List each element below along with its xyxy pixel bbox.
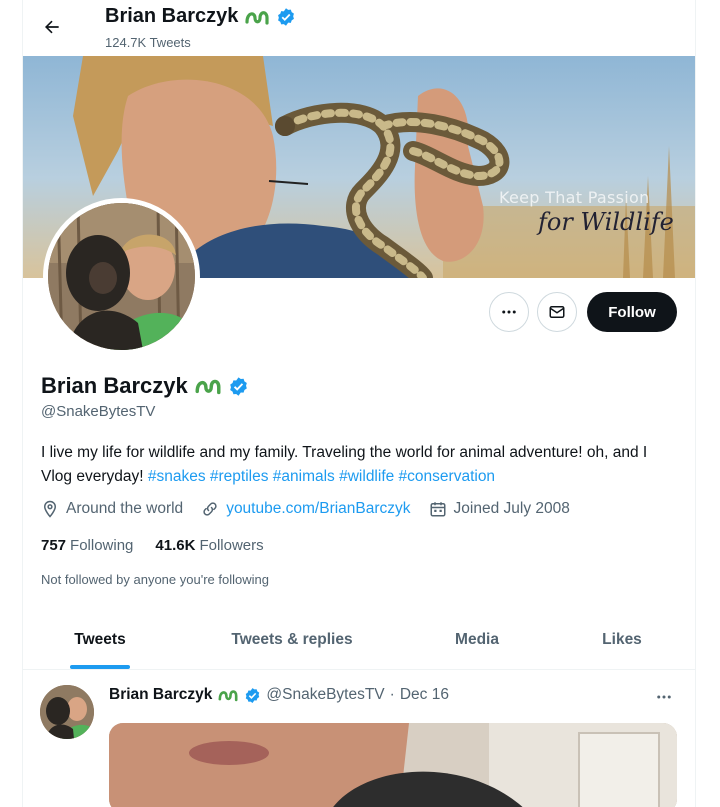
banner-quote-text: Keep That Passion: [499, 188, 650, 207]
tweet-avatar-photo: [40, 685, 94, 739]
follow-stats: 757 Following 41.6K Followers: [41, 537, 264, 554]
tweet-author-name[interactable]: Brian Barczyk: [109, 686, 212, 704]
profile-name: Brian Barczyk: [41, 373, 188, 398]
header-name: Brian Barczyk: [105, 5, 239, 27]
website-link[interactable]: youtube.com/BrianBarczyk: [226, 500, 410, 518]
following-label: Following: [70, 537, 134, 554]
profile-name-row: Brian Barczyk: [41, 373, 249, 399]
profile-tabs: Tweets Tweets & replies Media Likes: [23, 610, 695, 670]
tab-label: Media: [455, 630, 499, 648]
verified-badge-icon: [276, 7, 296, 27]
tab-tweets-replies[interactable]: Tweets & replies: [177, 610, 407, 669]
calendar-icon: [429, 500, 447, 518]
tab-label: Tweets & replies: [231, 630, 353, 648]
avatar-photo: [48, 203, 195, 350]
profile-bio: I live my life for wildlife and my famil…: [41, 441, 681, 489]
banner-script-text: for Wildlife: [538, 208, 674, 236]
joined-text: Joined July 2008: [453, 500, 570, 517]
link-icon: [201, 500, 219, 518]
tweet-separator: ·: [389, 686, 395, 703]
not-followed-note: Not followed by anyone you're following: [41, 572, 269, 587]
tab-tweets[interactable]: Tweets: [23, 610, 177, 669]
followers-label: Followers: [199, 537, 264, 554]
tweet-avatar[interactable]: [40, 685, 94, 739]
snake-badge-icon: [244, 6, 270, 28]
arrow-left-icon: [42, 17, 62, 37]
follow-button[interactable]: Follow: [587, 292, 677, 332]
profile-avatar[interactable]: [43, 198, 200, 355]
more-options-button[interactable]: [489, 292, 529, 332]
verified-badge-icon: [228, 376, 249, 397]
tab-likes[interactable]: Likes: [547, 610, 695, 669]
followers-link[interactable]: 41.6K Followers: [155, 537, 263, 554]
back-button[interactable]: [35, 10, 69, 44]
bio-hashtags[interactable]: #snakes #reptiles #animals #wildlife #co…: [148, 468, 495, 485]
snake-badge-icon: [217, 686, 239, 704]
location-text: Around the world: [66, 500, 184, 517]
tweet-date[interactable]: Dec 16: [400, 686, 449, 704]
following-link[interactable]: 757 Following: [41, 537, 133, 554]
tweet-count: 124.7K Tweets: [105, 35, 191, 50]
tab-label: Likes: [602, 630, 642, 648]
message-button[interactable]: [537, 292, 577, 332]
tweet-author-handle[interactable]: @SnakeBytesTV: [266, 686, 384, 704]
location-pin-icon: [41, 500, 59, 518]
tweet-item[interactable]: Brian Barczyk @SnakeBytesTV · Dec 16: [23, 671, 695, 807]
more-icon: [500, 303, 518, 321]
envelope-icon: [548, 303, 566, 321]
tweet-media-photo: [109, 723, 677, 807]
active-tab-indicator: [70, 665, 130, 669]
tweet-more-button[interactable]: [651, 687, 677, 707]
website-item: youtube.com/BrianBarczyk: [201, 500, 411, 518]
profile-page: Brian Barczyk 124.7K Tweets Keep That Pa…: [22, 0, 696, 807]
snake-badge-icon: [194, 374, 222, 398]
header-title: Brian Barczyk: [105, 5, 296, 28]
more-icon: [655, 688, 673, 706]
verified-badge-icon: [244, 687, 261, 704]
location-item: Around the world: [41, 500, 183, 518]
tab-media[interactable]: Media: [407, 610, 547, 669]
tweet-header: Brian Barczyk @SnakeBytesTV · Dec 16: [109, 686, 449, 704]
tweet-media[interactable]: [109, 723, 677, 807]
followers-count: 41.6K: [155, 537, 196, 554]
profile-meta: Around the world youtube.com/BrianBarczy…: [41, 500, 570, 518]
tab-label: Tweets: [74, 630, 126, 648]
profile-header-bar: Brian Barczyk 124.7K Tweets: [23, 0, 695, 56]
joined-item: Joined July 2008: [429, 500, 570, 518]
profile-handle: @SnakeBytesTV: [41, 403, 156, 420]
following-count: 757: [41, 537, 67, 554]
